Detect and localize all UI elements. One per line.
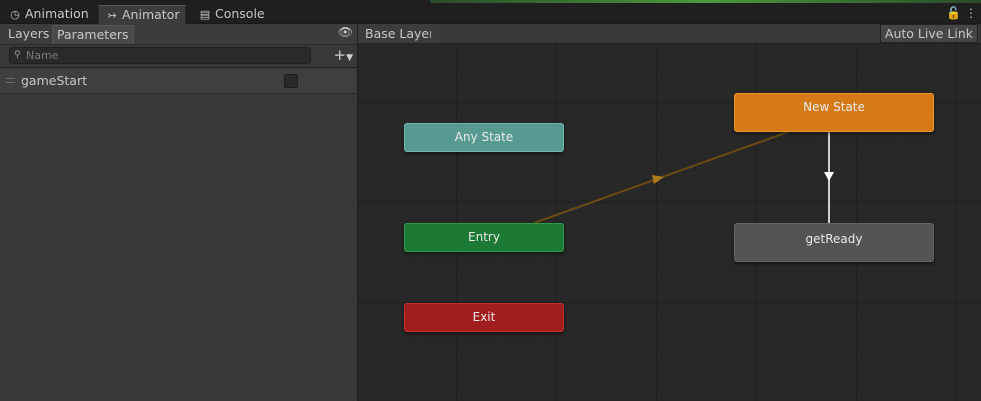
node-new-state[interactable]: New State: [734, 93, 934, 132]
breadcrumb[interactable]: Base Layer: [358, 24, 442, 43]
lock-icon[interactable]: 🔓: [946, 6, 961, 20]
node-get-ready[interactable]: getReady: [734, 223, 934, 262]
tab-animator[interactable]: ↣ Animator: [98, 5, 187, 24]
graph-toolbar: Base Layer Auto Live Link: [358, 24, 981, 44]
search-icon: ⚲: [14, 50, 21, 60]
drag-handle-icon[interactable]: [6, 78, 15, 83]
parameter-name: gameStart: [21, 73, 87, 88]
console-icon: ▤: [199, 8, 211, 21]
search-input[interactable]: [26, 48, 306, 63]
transitions: [533, 131, 834, 224]
tab-animation-label: Animation: [25, 6, 89, 21]
tab-console[interactable]: ▤ Console: [192, 5, 271, 23]
clock-icon: ◷: [10, 8, 20, 21]
parameters-panel: Layers Parameters 👁 ⚲ +▼ gameStart: [0, 24, 358, 401]
tab-animator-label: Animator: [122, 7, 180, 22]
search-box: ⚲: [9, 47, 311, 64]
add-parameter-button[interactable]: +▼: [334, 46, 354, 67]
auto-live-link-button[interactable]: Auto Live Link: [879, 24, 978, 43]
panel-subtabs: Layers Parameters 👁: [0, 24, 357, 45]
node-entry[interactable]: Entry: [404, 223, 564, 252]
node-any-state[interactable]: Any State: [404, 123, 564, 152]
parameter-bool-checkbox[interactable]: [284, 74, 298, 88]
animator-graph[interactable]: Base Layer Auto Live Link Any State Entr…: [358, 24, 981, 401]
window-tab-bar: ◷ Animation ↣ Animator ▤ Console 🔓 ⋮: [0, 3, 981, 24]
transition-arrow-icon: [824, 172, 834, 181]
tab-layers[interactable]: Layers: [4, 25, 53, 43]
tab-parameters[interactable]: Parameters: [52, 25, 134, 44]
tab-console-label: Console: [215, 6, 265, 21]
search-row: ⚲ +▼: [0, 45, 357, 68]
node-exit[interactable]: Exit: [404, 303, 564, 332]
eye-icon[interactable]: 👁: [338, 25, 353, 39]
breadcrumb-arrow: [431, 24, 438, 43]
parameter-row[interactable]: gameStart: [0, 69, 357, 94]
tab-animation[interactable]: ◷ Animation: [2, 5, 95, 23]
animator-icon: ↣: [107, 9, 117, 22]
more-options-icon[interactable]: ⋮: [965, 6, 977, 20]
chevron-down-icon: ▼: [346, 53, 353, 63]
